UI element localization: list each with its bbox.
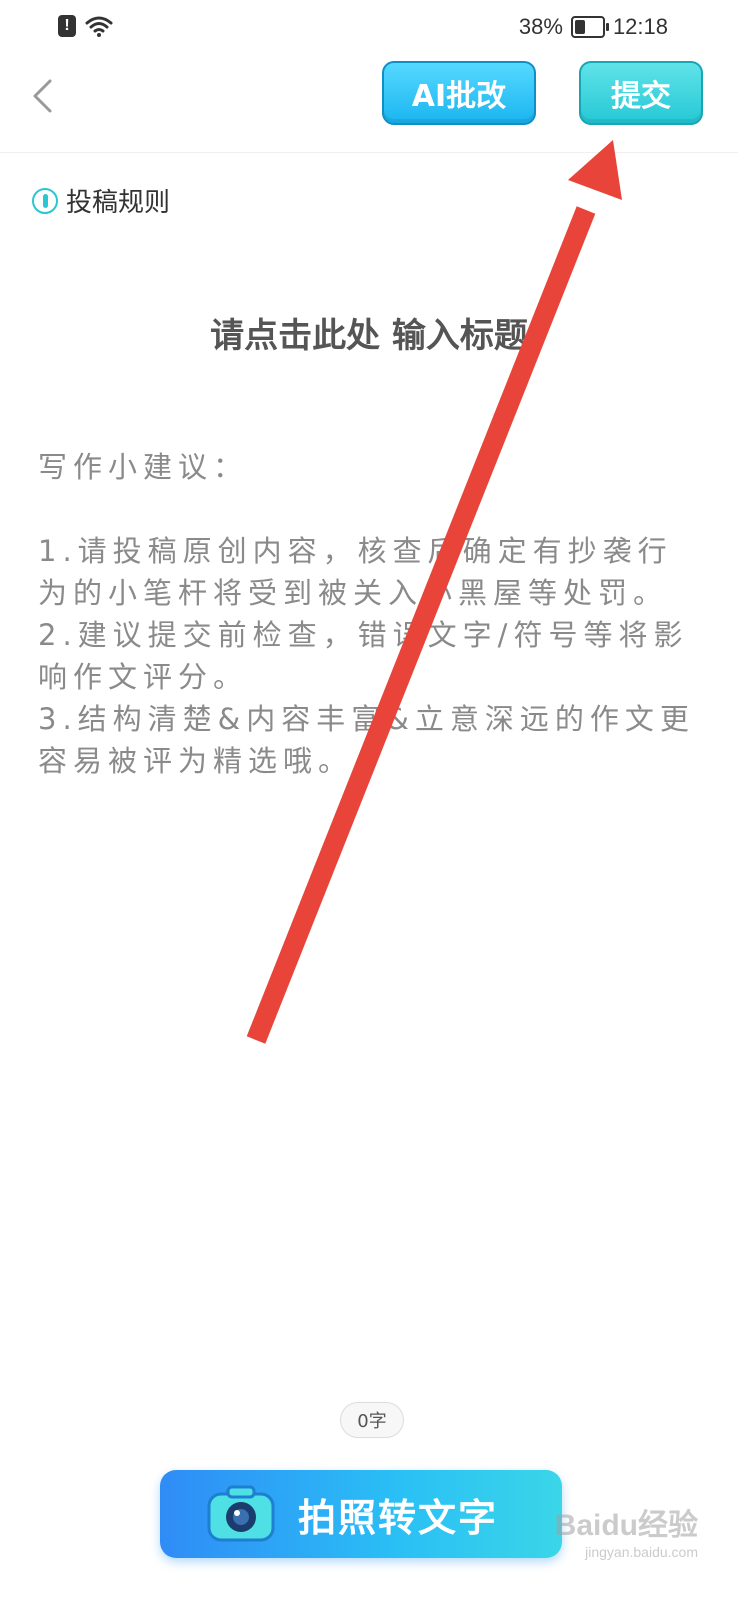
essay-body-editor[interactable]: 写作小建议： 1.请投稿原创内容，核查后确定有抄袭行为的小笔杆将受到被关入小黑屋… [38, 446, 698, 782]
back-button[interactable] [22, 74, 62, 118]
tip-item: 2.建议提交前检查，错误文字/符号等将影响作文评分。 [38, 618, 689, 694]
tip-item: 1.请投稿原创内容，核查后确定有抄袭行为的小笔杆将受到被关入小黑屋等处罚。 [38, 534, 673, 610]
status-right: 38% 12:18 [519, 14, 668, 40]
watermark-url: jingyan.baidu.com [585, 1544, 698, 1560]
chevron-left-icon [33, 79, 52, 113]
alert-icon: ! [58, 15, 76, 37]
battery-level-fill [574, 20, 585, 34]
info-icon [32, 187, 58, 214]
tip-item: 3.结构清楚&内容丰富&立意深远的作文更容易被评为精选哦。 [38, 702, 695, 778]
submit-button[interactable]: 提交 [579, 61, 703, 125]
tips-heading: 写作小建议： [38, 450, 249, 484]
photo-to-text-label: 拍照转文字 [298, 1495, 499, 1540]
ai-review-button[interactable]: AI批改 [382, 61, 536, 125]
battery-percent: 38% [518, 14, 563, 39]
status-left: ! [58, 14, 114, 38]
header: AI批改 提交 [0, 56, 738, 153]
word-count-badge: 0字 [340, 1402, 404, 1438]
camera-icon [206, 1484, 276, 1544]
battery-icon [570, 16, 609, 38]
watermark-logo: Baidu经验 [554, 1509, 698, 1542]
watermark: Baidu经验 jingyan.baidu.com [555, 1500, 698, 1560]
submission-rules-label: 投稿规则 [66, 188, 171, 218]
status-bar: ! 38% 12:18 [0, 0, 738, 56]
title-input[interactable]: 请点击此处 输入标题 [0, 308, 738, 357]
wifi-icon [85, 16, 113, 37]
submission-rules-link[interactable]: 投稿规则 [32, 182, 170, 219]
annotation-arrow [246, 140, 622, 1044]
photo-to-text-button[interactable]: 拍照转文字 [160, 1470, 562, 1558]
clock: 12:18 [612, 14, 668, 39]
